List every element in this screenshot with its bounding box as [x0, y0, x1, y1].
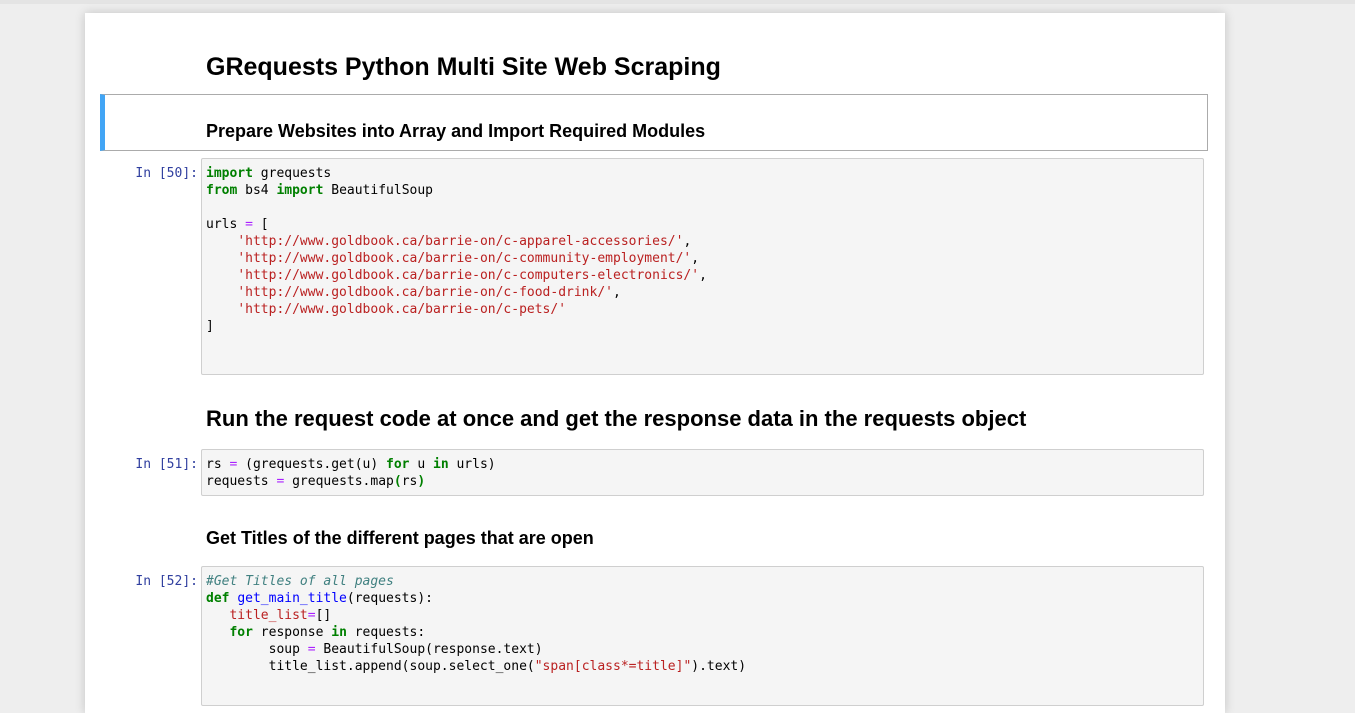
code-line: 'http://www.goldbook.ca/barrie-on/c-pets… — [206, 301, 1203, 318]
code-line: ] — [206, 318, 1203, 335]
code-token: = — [245, 217, 253, 232]
section-heading-get-titles: Get Titles of the different pages that a… — [206, 528, 594, 548]
code-token: = — [307, 642, 316, 657]
code-token: 'http://www.goldbook.ca/barrie-on/c-pets… — [237, 302, 567, 317]
code-token: from — [206, 183, 238, 198]
code-token: for — [386, 457, 410, 472]
notebook-title: GRequests Python Multi Site Web Scraping — [206, 53, 721, 81]
code-token: ) — [417, 474, 426, 489]
code-token: #Get Titles of all pages — [206, 574, 394, 589]
section-heading-prepare: Prepare Websites into Array and Import R… — [206, 121, 706, 141]
code-token: title_list.append(soup.select_one( — [206, 659, 535, 674]
code-token: = — [307, 608, 316, 623]
code-token: in — [331, 625, 347, 640]
code-token: "span[class*=title]" — [534, 659, 692, 674]
window-top-strip — [0, 0, 1355, 4]
code-line: from bs4 import BeautifulSoup — [206, 182, 1203, 199]
code-token: (grequests.get(u) — [237, 457, 387, 472]
code-cell-52-source: #Get Titles of all pages def get_main_tit… — [202, 567, 1203, 675]
code-line: def get_main_title(requests): — [206, 590, 1203, 607]
section-heading-run-request: Run the request code at once and get the… — [206, 406, 1027, 431]
code-token: import — [206, 166, 253, 181]
code-token: title_list — [229, 608, 308, 623]
code-token: get_main_title — [237, 591, 347, 606]
code-token: 'http://www.goldbook.ca/barrie-on/c-food… — [237, 285, 613, 300]
code-token: [ — [252, 217, 269, 232]
code-token: grequests.map — [284, 474, 394, 489]
code-token: 'http://www.goldbook.ca/barrie-on/c-comm… — [237, 251, 692, 266]
code-token: urls — [206, 217, 246, 232]
code-token: , — [613, 285, 621, 300]
code-token: requests: — [346, 625, 426, 640]
cell-prompt-52: In [52]: — [135, 574, 198, 589]
code-cell-51[interactable]: rs = (grequests.get(u) for u in urls) req… — [201, 449, 1204, 496]
code-token: grequests — [252, 166, 332, 181]
code-token: (requests): — [346, 591, 433, 606]
code-token: , — [699, 268, 707, 283]
code-token: ] — [206, 319, 214, 334]
code-line: for response in requests: — [206, 624, 1203, 641]
code-line: requests = grequests.map(rs) — [206, 473, 1203, 490]
code-token: 'http://www.goldbook.ca/barrie-on/c-comp… — [237, 268, 700, 283]
code-token: for — [229, 625, 253, 640]
code-token: [] — [315, 608, 332, 623]
code-token: ).text) — [691, 659, 747, 674]
code-token: ( — [393, 474, 402, 489]
code-line: 'http://www.goldbook.ca/barrie-on/c-comp… — [206, 267, 1203, 284]
code-token: import — [276, 183, 324, 198]
cell-prompt-50: In [50]: — [135, 166, 198, 181]
code-token: bs4 — [237, 183, 277, 198]
code-token: soup — [206, 642, 308, 657]
code-cell-52[interactable]: #Get Titles of all pages def get_main_tit… — [201, 566, 1204, 706]
code-line: rs = (grequests.get(u) for u in urls) — [206, 456, 1203, 473]
code-cell-50-source: import grequests from bs4 import Beautifu… — [202, 159, 1203, 335]
code-token: , — [683, 234, 692, 249]
code-token: def — [206, 591, 230, 606]
code-token: BeautifulSoup(response.text) — [315, 642, 543, 657]
code-line: title_list.append(soup.select_one("span[… — [206, 658, 1203, 675]
code-line: urls = [ — [206, 216, 1203, 233]
code-token: , — [691, 251, 700, 266]
code-token: urls) — [448, 457, 496, 472]
code-cell-50[interactable]: import grequests from bs4 import Beautifu… — [201, 158, 1204, 375]
code-token: requests — [206, 474, 277, 489]
code-token: 'http://www.goldbook.ca/barrie-on/c-appa… — [237, 234, 684, 249]
code-token: in — [433, 457, 449, 472]
code-line: #Get Titles of all pages — [206, 573, 1203, 590]
cell-prompt-51: In [51]: — [135, 457, 198, 472]
code-line: 'http://www.goldbook.ca/barrie-on/c-comm… — [206, 250, 1203, 267]
code-line: title_list=[] — [206, 607, 1203, 624]
code-cell-51-source: rs = (grequests.get(u) for u in urls) req… — [202, 450, 1203, 490]
code-token: response — [252, 625, 332, 640]
code-line: import grequests — [206, 165, 1203, 182]
code-line: 'http://www.goldbook.ca/barrie-on/c-food… — [206, 284, 1203, 301]
code-token: BeautifulSoup — [323, 183, 433, 198]
code-line: 'http://www.goldbook.ca/barrie-on/c-appa… — [206, 233, 1203, 250]
code-token: rs — [401, 474, 418, 489]
code-token: u — [409, 457, 433, 472]
code-token: rs — [206, 457, 230, 472]
notebook-container: GRequests Python Multi Site Web Scraping… — [85, 13, 1225, 713]
code-line: soup = BeautifulSoup(response.text) — [206, 641, 1203, 658]
